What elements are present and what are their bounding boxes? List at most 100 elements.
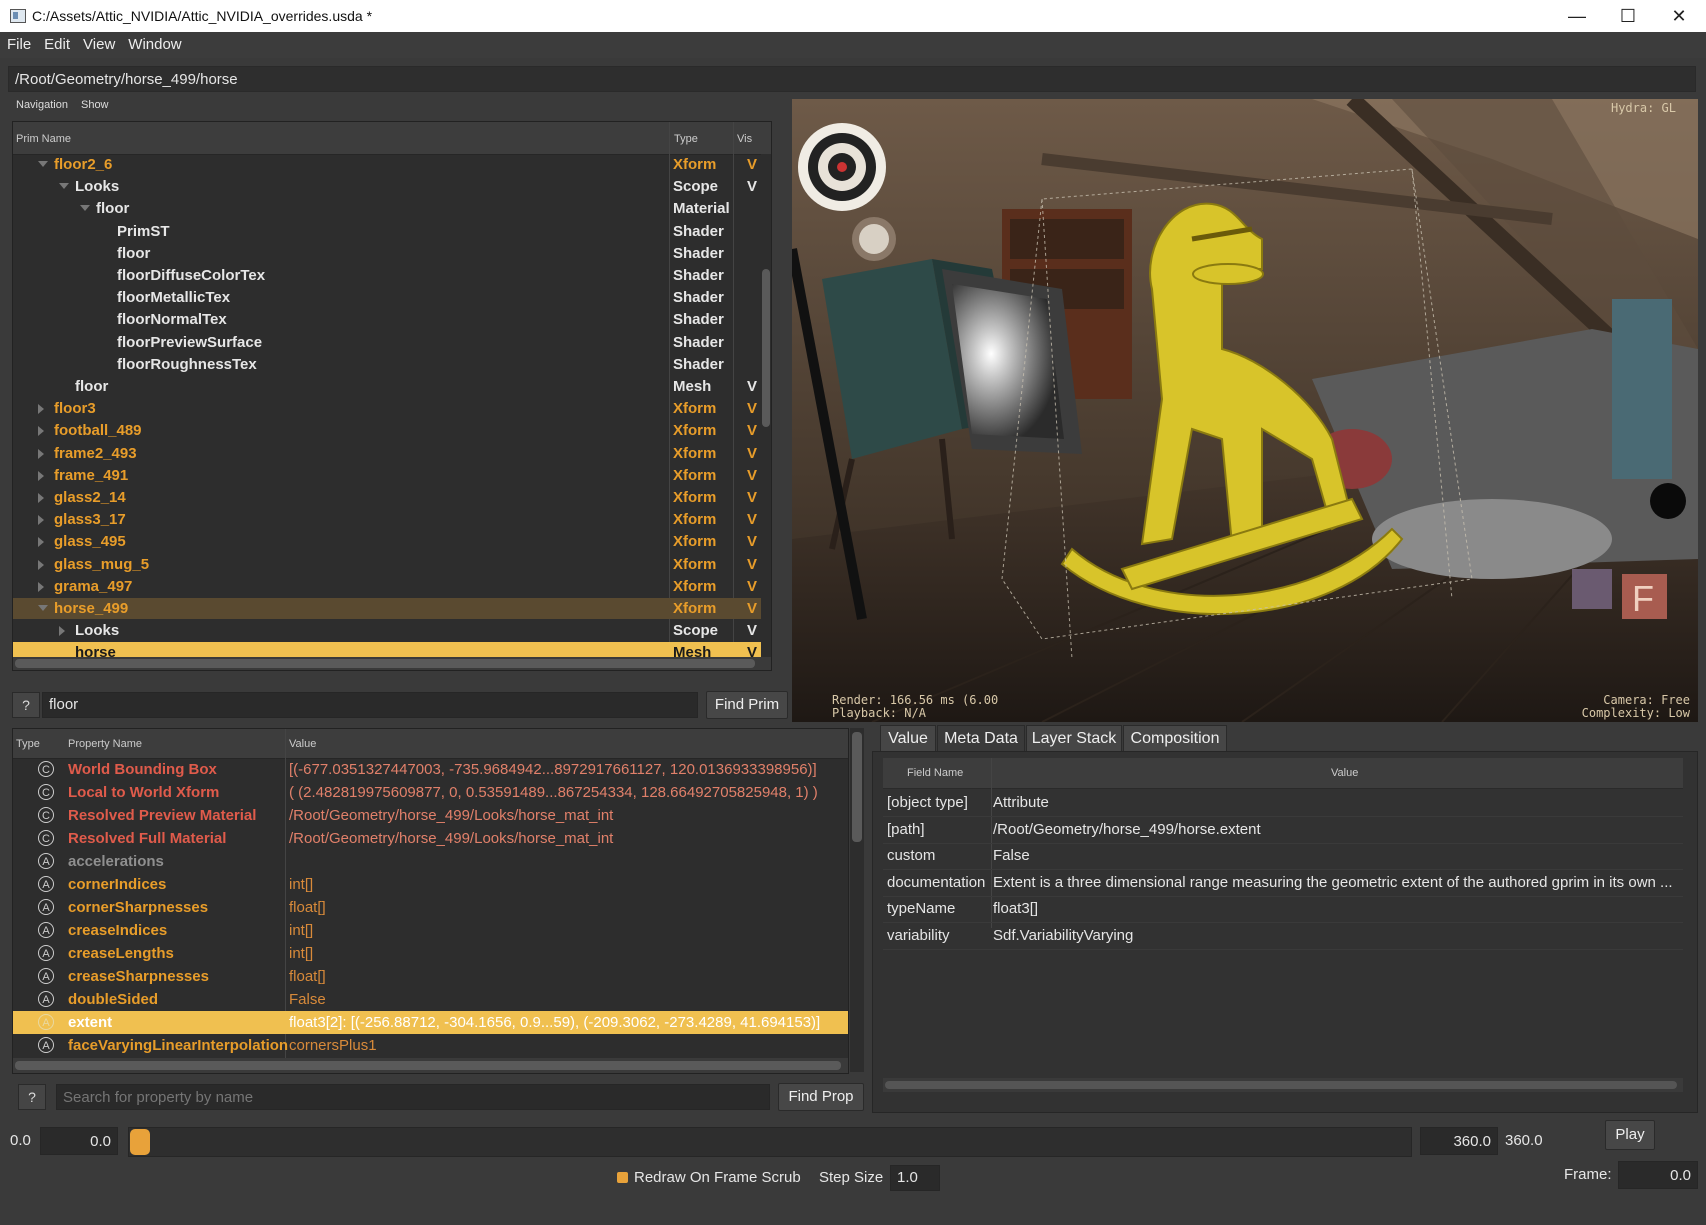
prim-row[interactable]: football_489 Xform V [13,420,771,441]
type-header[interactable]: Type [674,133,698,145]
value-header[interactable]: Value [289,738,316,750]
expand-arrow-icon[interactable] [38,537,44,548]
property-row[interactable]: AdoubleSided False [13,988,848,1011]
property-row[interactable]: AcornerSharpnesses float[] [13,896,848,919]
prim-row[interactable]: floor3 Xform V [13,398,771,419]
metadata-row[interactable]: variability Sdf.VariabilityVarying [883,922,1683,950]
prim-tree-scrollbar[interactable] [761,154,771,670]
expand-arrow-icon[interactable] [59,626,65,637]
maximize-icon[interactable]: ☐ [1603,0,1653,32]
menu-file[interactable]: File [0,32,37,53]
prim-row[interactable]: grama_497 Xform V [13,576,771,597]
prim-row[interactable]: frame2_493 Xform V [13,443,771,464]
prim-row[interactable]: horse_499 Xform V [13,598,771,619]
meta-value-header[interactable]: Value [1331,767,1358,779]
prim-visibility-toggle[interactable]: V [747,154,757,175]
property-row[interactable]: AfaceVaryingLinearInterpolation cornersPl… [13,1034,848,1057]
vis-header[interactable]: Vis [737,133,752,145]
expand-arrow-icon[interactable] [38,581,44,592]
metadata-row[interactable]: documentation Extent is a three dimension… [883,869,1683,897]
prim-visibility-toggle[interactable]: V [747,376,757,397]
expand-arrow-icon[interactable] [38,515,44,526]
frame-slider[interactable] [128,1127,1412,1157]
prim-visibility-toggle[interactable]: V [747,176,757,197]
close-icon[interactable]: ✕ [1654,0,1704,32]
prim-visibility-toggle[interactable]: V [747,398,757,419]
metadata-row[interactable]: custom False [883,842,1683,870]
expand-arrow-icon[interactable] [38,470,44,481]
property-hscrollbar[interactable] [13,1058,848,1073]
prim-path-field[interactable]: /Root/Geometry/horse_499/horse [8,66,1696,92]
prim-visibility-toggle[interactable]: V [747,531,757,552]
navigation-menu[interactable]: Navigation [16,99,68,111]
metadata-row[interactable]: [object type] Attribute [883,789,1683,817]
frame-slider-handle[interactable] [130,1129,150,1155]
prim-row[interactable]: PrimST Shader [13,221,771,242]
collapse-arrow-icon[interactable] [80,205,90,212]
property-scrollbar[interactable] [850,728,864,1072]
prim-row[interactable]: Looks Scope V [13,620,771,641]
expand-arrow-icon[interactable] [38,493,44,503]
prim-row[interactable]: glass_495 Xform V [13,531,771,552]
prim-visibility-toggle[interactable]: V [747,443,757,464]
metadata-row[interactable]: typeName float3[] [883,895,1683,923]
metadata-hscroll-handle[interactable] [885,1081,1677,1089]
redraw-checkbox[interactable] [617,1172,628,1183]
prim-visibility-toggle[interactable]: V [747,509,757,530]
find-prim-help-button[interactable]: ? [12,692,40,718]
tab-layer-stack[interactable]: Layer Stack [1026,725,1122,753]
prim-visibility-toggle[interactable]: V [747,598,757,619]
property-row[interactable]: AcreaseIndices int[] [13,919,848,942]
prim-visibility-toggle[interactable]: V [747,465,757,486]
find-prim-button[interactable]: Find Prim [706,691,788,719]
expand-arrow-icon[interactable] [38,448,44,459]
property-row[interactable]: AcornerIndices int[] [13,873,848,896]
property-row[interactable]: C Resolved Full Material/Root/Geometry/ho… [13,827,848,850]
property-row[interactable]: C Local to World Xform ( (2.48281997560987… [13,781,848,804]
property-hscroll-handle[interactable] [15,1061,841,1070]
viewport[interactable]: F Hydra: GL Render: 166.56 ms (6.00 Play… [792,99,1698,722]
collapse-arrow-icon[interactable] [38,605,48,611]
property-row[interactable]: AcreaseSharpnesses float[] [13,965,848,988]
prim-tree-hscroll-handle[interactable] [15,659,755,668]
start-frame[interactable]: 0.0 [10,1132,31,1149]
prim-row[interactable]: glass3_17 Xform V [13,509,771,530]
collapse-arrow-icon[interactable] [59,183,69,190]
tab-meta-data[interactable]: Meta Data [937,725,1025,753]
range-start-field[interactable]: 0.0 [40,1127,118,1155]
prim-row[interactable]: floorRoughnessTex Shader [13,354,771,375]
field-name-header[interactable]: Field Name [907,767,963,779]
expand-arrow-icon[interactable] [38,426,44,437]
expand-arrow-icon[interactable] [38,404,44,415]
prim-name-header[interactable]: Prim Name [16,133,71,145]
range-end-field[interactable]: 360.0 [1420,1127,1498,1155]
prim-row[interactable]: floor Shader [13,243,771,264]
prim-row[interactable]: floorDiffuseColorTex Shader [13,265,771,286]
end-frame[interactable]: 360.0 [1505,1132,1543,1149]
prim-visibility-toggle[interactable]: V [747,554,757,575]
prim-row[interactable]: glass2_14 Xform V [13,487,771,508]
show-menu[interactable]: Show [81,99,109,111]
prim-visibility-toggle[interactable]: V [747,576,757,597]
property-name-header[interactable]: Property Name [68,738,142,750]
prim-visibility-toggle[interactable]: V [747,620,757,641]
property-row[interactable]: AcreaseLengths int[] [13,942,848,965]
prim-row[interactable]: floorNormalTex Shader [13,309,771,330]
property-search-input[interactable] [56,1084,770,1110]
menu-window[interactable]: Window [121,32,187,53]
tab-value[interactable]: Value [880,725,936,753]
property-scroll-handle[interactable] [852,732,862,842]
metadata-row[interactable]: [path] /Root/Geometry/horse_499/horse.ext… [883,816,1683,844]
prim-row[interactable]: floor Mesh V [13,376,771,397]
prim-tree-hscrollbar[interactable] [13,657,771,670]
property-row[interactable]: C World Bounding Box [(-677.0351327447003,… [13,758,848,781]
prim-visibility-toggle[interactable]: V [747,420,757,441]
play-button[interactable]: Play [1605,1120,1655,1150]
expand-arrow-icon[interactable] [38,559,44,570]
property-row-selected[interactable]: Aextent float3[2]: [(-256.88712, -304.165… [13,1011,848,1034]
tab-composition[interactable]: Composition [1123,725,1227,753]
prim-tree-scroll-handle[interactable] [762,269,770,427]
prim-row[interactable]: floorPreviewSurface Shader [13,332,771,353]
prim-row[interactable]: glass_mug_5 Xform V [13,554,771,575]
type-header[interactable]: Type [16,738,40,750]
